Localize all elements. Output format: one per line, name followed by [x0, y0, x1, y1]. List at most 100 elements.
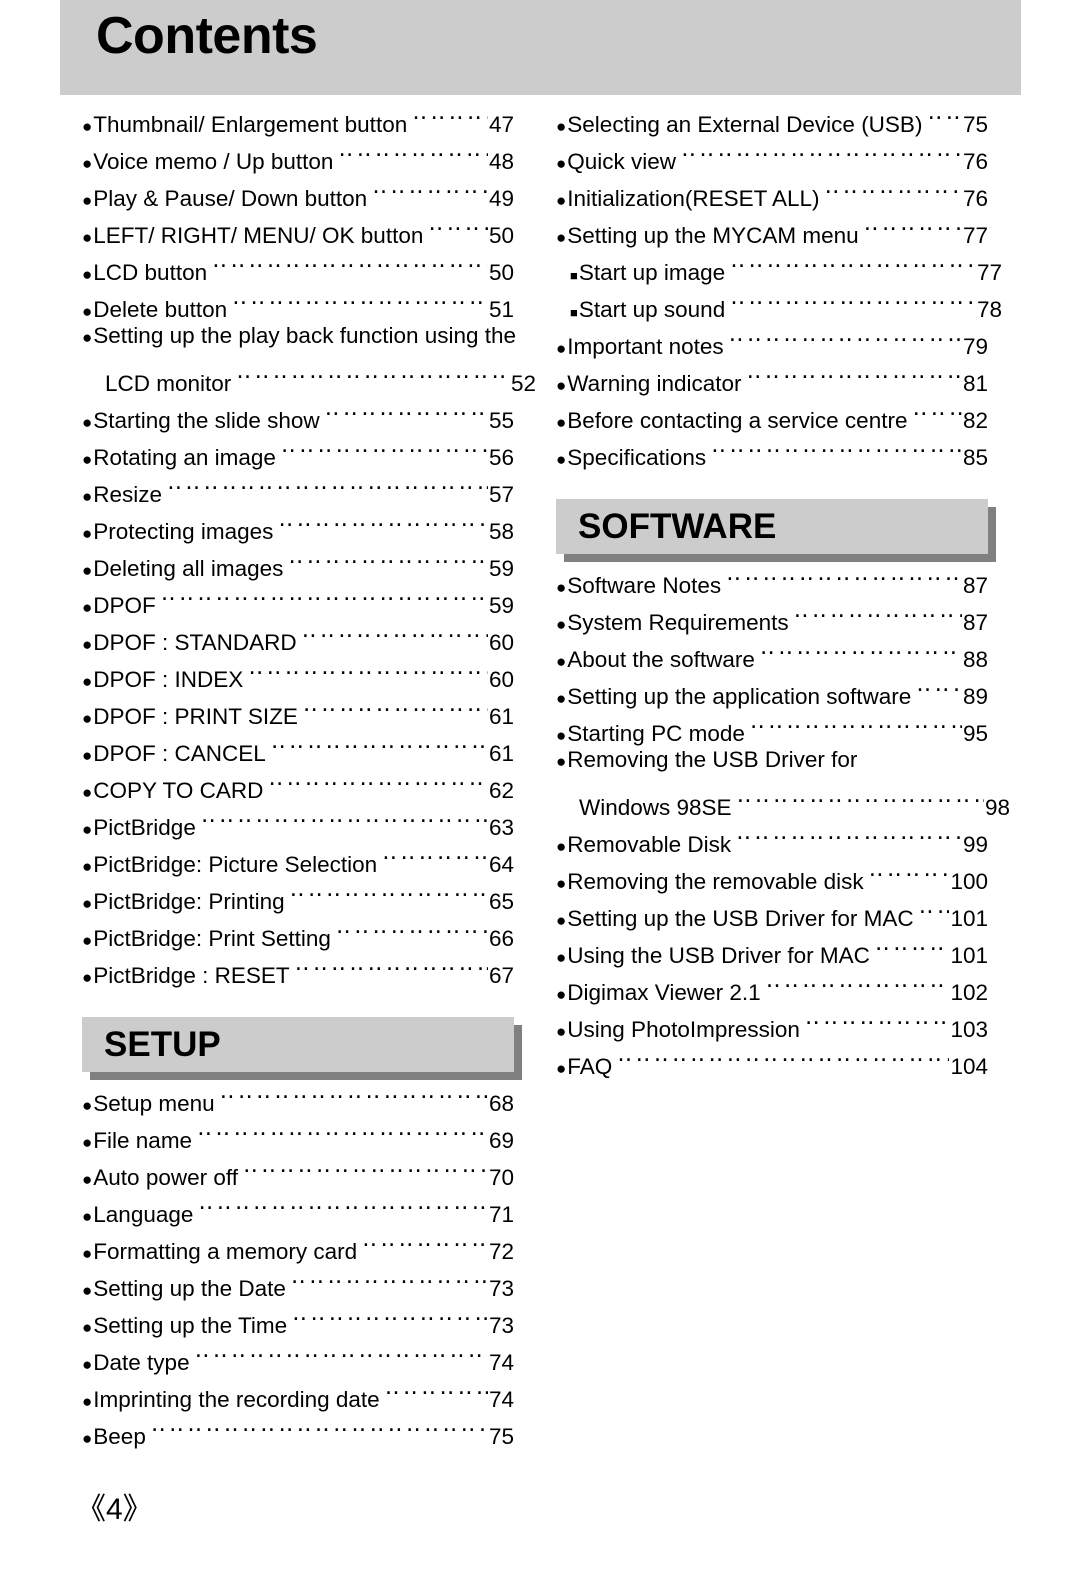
toc-list-setup: ●Setup menu‥‥‥‥‥‥‥‥‥‥‥‥‥‥‥‥‥‥‥‥‥‥‥‥‥‥‥‥‥…	[82, 1074, 514, 1449]
toc-entry[interactable]: ●Auto power off‥‥‥‥‥‥‥‥‥‥‥‥‥‥‥‥‥‥‥‥‥‥‥‥‥…	[82, 1148, 514, 1190]
toc-entry[interactable]: ●About the software‥‥‥‥‥‥‥‥‥‥‥‥‥‥‥‥‥‥‥‥‥…	[556, 630, 988, 672]
toc-entry[interactable]: ●PictBridge : RESET‥‥‥‥‥‥‥‥‥‥‥‥‥‥‥‥‥‥‥‥‥…	[82, 946, 514, 988]
dot-leader: ‥‥‥‥‥‥‥‥‥‥‥‥‥‥‥‥‥‥‥‥‥‥‥‥‥‥‥‥‥‥‥‥‥‥‥‥‥‥‥‥…	[385, 1370, 488, 1407]
dot-leader: ‥‥‥‥‥‥‥‥‥‥‥‥‥‥‥‥‥‥‥‥‥‥‥‥‥‥‥‥‥‥‥‥‥‥‥‥‥‥‥‥…	[151, 1407, 488, 1444]
toc-entry[interactable]: ●Protecting images‥‥‥‥‥‥‥‥‥‥‥‥‥‥‥‥‥‥‥‥‥‥…	[82, 502, 514, 544]
toc-entry[interactable]: ●Date type‥‥‥‥‥‥‥‥‥‥‥‥‥‥‥‥‥‥‥‥‥‥‥‥‥‥‥‥‥‥…	[82, 1333, 514, 1375]
dot-leader: ‥‥‥‥‥‥‥‥‥‥‥‥‥‥‥‥‥‥‥‥‥‥‥‥‥‥‥‥‥‥‥‥‥‥‥‥‥‥‥‥…	[864, 206, 962, 243]
toc-entry[interactable]: ●DPOF : INDEX‥‥‥‥‥‥‥‥‥‥‥‥‥‥‥‥‥‥‥‥‥‥‥‥‥‥‥…	[82, 650, 514, 692]
dot-leader: ‥‥‥‥‥‥‥‥‥‥‥‥‥‥‥‥‥‥‥‥‥‥‥‥‥‥‥‥‥‥‥‥‥‥‥‥‥‥‥‥…	[824, 169, 961, 206]
toc-entry[interactable]: ●Rotating an image‥‥‥‥‥‥‥‥‥‥‥‥‥‥‥‥‥‥‥‥‥‥…	[82, 428, 514, 470]
toc-entry-row: Windows 98SE‥‥‥‥‥‥‥‥‥‥‥‥‥‥‥‥‥‥‥‥‥‥‥‥‥‥‥‥…	[556, 778, 1010, 820]
toc-entry[interactable]: ●DPOF‥‥‥‥‥‥‥‥‥‥‥‥‥‥‥‥‥‥‥‥‥‥‥‥‥‥‥‥‥‥‥‥‥‥‥…	[82, 576, 514, 618]
dot-leader-dots: ‥‥‥‥‥‥‥‥‥‥‥‥‥‥‥‥‥‥‥‥‥‥‥‥‥‥‥‥‥‥‥‥‥‥‥‥‥‥‥‥…	[301, 616, 488, 642]
toc-entry[interactable]: ●PictBridge‥‥‥‥‥‥‥‥‥‥‥‥‥‥‥‥‥‥‥‥‥‥‥‥‥‥‥‥‥…	[82, 798, 514, 840]
dot-leader-dots: ‥‥‥‥‥‥‥‥‥‥‥‥‥‥‥‥‥‥‥‥‥‥‥‥‥‥‥‥‥‥‥‥‥‥‥‥‥‥‥‥…	[200, 801, 488, 827]
toc-entry[interactable]: ●Setting up the Date‥‥‥‥‥‥‥‥‥‥‥‥‥‥‥‥‥‥‥‥…	[82, 1259, 514, 1301]
toc-entry[interactable]: ●LEFT/ RIGHT/ MENU/ OK button‥‥‥‥‥‥‥‥‥‥‥…	[82, 206, 514, 248]
toc-entry[interactable]: ●LCD button‥‥‥‥‥‥‥‥‥‥‥‥‥‥‥‥‥‥‥‥‥‥‥‥‥‥‥‥‥…	[82, 243, 514, 285]
toc-entry[interactable]: ●Using the USB Driver for MAC‥‥‥‥‥‥‥‥‥‥‥…	[556, 926, 988, 968]
toc-entry[interactable]: ●File name‥‥‥‥‥‥‥‥‥‥‥‥‥‥‥‥‥‥‥‥‥‥‥‥‥‥‥‥‥‥…	[82, 1111, 514, 1153]
toc-list-misc: ●Selecting an External Device (USB)‥‥‥‥‥…	[556, 95, 1002, 470]
toc-entry[interactable]: ●Setting up the MYCAM menu‥‥‥‥‥‥‥‥‥‥‥‥‥‥…	[556, 206, 988, 248]
toc-entry[interactable]: ●DPOF : PRINT SIZE‥‥‥‥‥‥‥‥‥‥‥‥‥‥‥‥‥‥‥‥‥‥…	[82, 687, 514, 729]
toc-list-playback: ●Thumbnail/ Enlargement button‥‥‥‥‥‥‥‥‥‥…	[82, 95, 536, 988]
toc-entry[interactable]: ■Start up sound‥‥‥‥‥‥‥‥‥‥‥‥‥‥‥‥‥‥‥‥‥‥‥‥‥…	[556, 280, 1002, 322]
dot-leader: ‥‥‥‥‥‥‥‥‥‥‥‥‥‥‥‥‥‥‥‥‥‥‥‥‥‥‥‥‥‥‥‥‥‥‥‥‥‥‥‥…	[288, 539, 488, 576]
dot-leader-dots: ‥‥‥‥‥‥‥‥‥‥‥‥‥‥‥‥‥‥‥‥‥‥‥‥‥‥‥‥‥‥‥‥‥‥‥‥‥‥‥‥…	[382, 838, 488, 864]
toc-entry-row: ●Protecting images‥‥‥‥‥‥‥‥‥‥‥‥‥‥‥‥‥‥‥‥‥‥…	[82, 502, 514, 544]
toc-entry[interactable]: ●Starting the slide show‥‥‥‥‥‥‥‥‥‥‥‥‥‥‥‥…	[82, 391, 514, 433]
toc-entry-page-number: 75	[488, 1424, 514, 1449]
toc-entry[interactable]: ●Thumbnail/ Enlargement button‥‥‥‥‥‥‥‥‥‥…	[82, 95, 514, 137]
toc-entry[interactable]: ●Deleting all images‥‥‥‥‥‥‥‥‥‥‥‥‥‥‥‥‥‥‥‥…	[82, 539, 514, 581]
toc-entry[interactable]: ●Language‥‥‥‥‥‥‥‥‥‥‥‥‥‥‥‥‥‥‥‥‥‥‥‥‥‥‥‥‥‥‥…	[82, 1185, 514, 1227]
toc-entry[interactable]: ●PictBridge: Picture Selection‥‥‥‥‥‥‥‥‥‥…	[82, 835, 514, 877]
dot-leader: ‥‥‥‥‥‥‥‥‥‥‥‥‥‥‥‥‥‥‥‥‥‥‥‥‥‥‥‥‥‥‥‥‥‥‥‥‥‥‥‥…	[336, 909, 488, 946]
toc-entry-row: ●Formatting a memory card‥‥‥‥‥‥‥‥‥‥‥‥‥‥‥…	[82, 1222, 514, 1264]
toc-entry[interactable]: ●Quick view‥‥‥‥‥‥‥‥‥‥‥‥‥‥‥‥‥‥‥‥‥‥‥‥‥‥‥‥‥…	[556, 132, 988, 174]
dot-leader: ‥‥‥‥‥‥‥‥‥‥‥‥‥‥‥‥‥‥‥‥‥‥‥‥‥‥‥‥‥‥‥‥‥‥‥‥‥‥‥‥…	[212, 243, 488, 280]
toc-entry-row: LCD monitor‥‥‥‥‥‥‥‥‥‥‥‥‥‥‥‥‥‥‥‥‥‥‥‥‥‥‥‥‥…	[82, 354, 536, 396]
dot-leader: ‥‥‥‥‥‥‥‥‥‥‥‥‥‥‥‥‥‥‥‥‥‥‥‥‥‥‥‥‥‥‥‥‥‥‥‥‥‥‥‥…	[291, 1259, 488, 1296]
toc-entry[interactable]: ●Removing the removable disk‥‥‥‥‥‥‥‥‥‥‥‥…	[556, 852, 988, 894]
disc-bullet-icon: ●	[556, 450, 567, 469]
toc-entry[interactable]: Windows 98SE‥‥‥‥‥‥‥‥‥‥‥‥‥‥‥‥‥‥‥‥‥‥‥‥‥‥‥‥…	[556, 778, 1010, 820]
dot-leader-dots: ‥‥‥‥‥‥‥‥‥‥‥‥‥‥‥‥‥‥‥‥‥‥‥‥‥‥‥‥‥‥‥‥‥‥‥‥‥‥‥‥…	[198, 1188, 488, 1214]
toc-entry[interactable]: ●Removing the USB Driver for‥‥‥‥‥‥‥‥‥‥‥‥…	[556, 741, 988, 778]
toc-entry-row: ●Deleting all images‥‥‥‥‥‥‥‥‥‥‥‥‥‥‥‥‥‥‥‥…	[82, 539, 514, 581]
toc-entry[interactable]: ●COPY TO CARD‥‥‥‥‥‥‥‥‥‥‥‥‥‥‥‥‥‥‥‥‥‥‥‥‥‥‥…	[82, 761, 514, 803]
toc-entry-row: ●File name‥‥‥‥‥‥‥‥‥‥‥‥‥‥‥‥‥‥‥‥‥‥‥‥‥‥‥‥‥‥…	[82, 1111, 514, 1153]
toc-entry-row: ●Using the USB Driver for MAC‥‥‥‥‥‥‥‥‥‥‥…	[556, 926, 988, 968]
toc-entry[interactable]: ●Formatting a memory card‥‥‥‥‥‥‥‥‥‥‥‥‥‥‥…	[82, 1222, 514, 1264]
toc-entry[interactable]: ● Setting up the play back function using…	[82, 317, 516, 354]
toc-entry-row: ●Using PhotoImpression‥‥‥‥‥‥‥‥‥‥‥‥‥‥‥‥‥‥…	[556, 1000, 988, 1042]
toc-entry-page-number: 98	[984, 795, 1010, 820]
toc-entry[interactable]: ●Delete button‥‥‥‥‥‥‥‥‥‥‥‥‥‥‥‥‥‥‥‥‥‥‥‥‥‥…	[82, 280, 514, 322]
dot-leader-dots: ‥‥‥‥‥‥‥‥‥‥‥‥‥‥‥‥‥‥‥‥‥‥‥‥‥‥‥‥‥‥‥‥‥‥‥‥‥‥‥‥…	[736, 781, 984, 807]
toc-entry[interactable]: ●Using PhotoImpression‥‥‥‥‥‥‥‥‥‥‥‥‥‥‥‥‥‥…	[556, 1000, 988, 1042]
toc-entry[interactable]: ●Setting up the application software‥‥‥‥…	[556, 667, 988, 709]
toc-entry[interactable]: ●System Requirements‥‥‥‥‥‥‥‥‥‥‥‥‥‥‥‥‥‥‥‥…	[556, 593, 988, 635]
toc-entry-row: ●FAQ‥‥‥‥‥‥‥‥‥‥‥‥‥‥‥‥‥‥‥‥‥‥‥‥‥‥‥‥‥‥‥‥‥‥‥‥…	[556, 1037, 988, 1079]
toc-entry[interactable]: ●Setting up the USB Driver for MAC‥‥‥‥‥‥…	[556, 889, 988, 931]
contents-right-column: ●Selecting an External Device (USB)‥‥‥‥‥…	[556, 95, 1010, 1079]
dot-leader: ‥‥‥‥‥‥‥‥‥‥‥‥‥‥‥‥‥‥‥‥‥‥‥‥‥‥‥‥‥‥‥‥‥‥‥‥‥‥‥‥…	[281, 428, 488, 465]
toc-entry[interactable]: ●FAQ‥‥‥‥‥‥‥‥‥‥‥‥‥‥‥‥‥‥‥‥‥‥‥‥‥‥‥‥‥‥‥‥‥‥‥‥…	[556, 1037, 988, 1079]
toc-entry-row: ●Before contacting a service centre‥‥‥‥‥…	[556, 391, 988, 433]
toc-entry[interactable]: ●Starting PC mode‥‥‥‥‥‥‥‥‥‥‥‥‥‥‥‥‥‥‥‥‥‥‥…	[556, 704, 988, 746]
toc-entry[interactable]: ●Specifications‥‥‥‥‥‥‥‥‥‥‥‥‥‥‥‥‥‥‥‥‥‥‥‥‥…	[556, 428, 988, 470]
toc-entry[interactable]: ●Before contacting a service centre‥‥‥‥‥…	[556, 391, 988, 433]
toc-entry[interactable]: ●DPOF : STANDARD‥‥‥‥‥‥‥‥‥‥‥‥‥‥‥‥‥‥‥‥‥‥‥‥…	[82, 613, 514, 655]
toc-entry[interactable]: ●PictBridge: Printing‥‥‥‥‥‥‥‥‥‥‥‥‥‥‥‥‥‥‥…	[82, 872, 514, 914]
section-band-setup: SETUP	[82, 1017, 522, 1080]
toc-entry[interactable]: ●Software Notes‥‥‥‥‥‥‥‥‥‥‥‥‥‥‥‥‥‥‥‥‥‥‥‥‥…	[556, 556, 988, 598]
toc-entry[interactable]: ●Play & Pause/ Down button‥‥‥‥‥‥‥‥‥‥‥‥‥‥…	[82, 169, 514, 211]
dot-leader-dots: ‥‥‥‥‥‥‥‥‥‥‥‥‥‥‥‥‥‥‥‥‥‥‥‥‥‥‥‥‥‥‥‥‥‥‥‥‥‥‥‥…	[874, 929, 950, 955]
toc-entry-row: ●Date type‥‥‥‥‥‥‥‥‥‥‥‥‥‥‥‥‥‥‥‥‥‥‥‥‥‥‥‥‥‥…	[82, 1333, 514, 1375]
dot-leader-dots: ‥‥‥‥‥‥‥‥‥‥‥‥‥‥‥‥‥‥‥‥‥‥‥‥‥‥‥‥‥‥‥‥‥‥‥‥‥‥‥‥…	[338, 135, 488, 161]
dot-leader-dots: ‥‥‥‥‥‥‥‥‥‥‥‥‥‥‥‥‥‥‥‥‥‥‥‥‥‥‥‥‥‥‥‥‥‥‥‥‥‥‥‥…	[412, 98, 488, 124]
toc-entry[interactable]: ●Resize‥‥‥‥‥‥‥‥‥‥‥‥‥‥‥‥‥‥‥‥‥‥‥‥‥‥‥‥‥‥‥‥‥…	[82, 465, 514, 507]
toc-entry[interactable]: ●Important notes‥‥‥‥‥‥‥‥‥‥‥‥‥‥‥‥‥‥‥‥‥‥‥‥…	[556, 317, 988, 359]
toc-entry-row: ■Start up image‥‥‥‥‥‥‥‥‥‥‥‥‥‥‥‥‥‥‥‥‥‥‥‥‥…	[556, 243, 1002, 285]
dot-leader-dots: ‥‥‥‥‥‥‥‥‥‥‥‥‥‥‥‥‥‥‥‥‥‥‥‥‥‥‥‥‥‥‥‥‥‥‥‥‥‥‥‥…	[927, 98, 962, 124]
toc-entry[interactable]: ●DPOF : CANCEL‥‥‥‥‥‥‥‥‥‥‥‥‥‥‥‥‥‥‥‥‥‥‥‥‥‥…	[82, 724, 514, 766]
toc-entry[interactable]: LCD monitor‥‥‥‥‥‥‥‥‥‥‥‥‥‥‥‥‥‥‥‥‥‥‥‥‥‥‥‥‥…	[82, 354, 536, 396]
dot-leader: ‥‥‥‥‥‥‥‥‥‥‥‥‥‥‥‥‥‥‥‥‥‥‥‥‥‥‥‥‥‥‥‥‥‥‥‥‥‥‥‥…	[736, 815, 962, 852]
toc-entry[interactable]: ●Warning indicator‥‥‥‥‥‥‥‥‥‥‥‥‥‥‥‥‥‥‥‥‥‥…	[556, 354, 988, 396]
toc-entry[interactable]: ●PictBridge: Print Setting‥‥‥‥‥‥‥‥‥‥‥‥‥‥…	[82, 909, 514, 951]
dot-leader-dots: ‥‥‥‥‥‥‥‥‥‥‥‥‥‥‥‥‥‥‥‥‥‥‥‥‥‥‥‥‥‥‥‥‥‥‥‥‥‥‥‥…	[290, 1262, 488, 1288]
toc-entry[interactable]: ●Setting up the Time‥‥‥‥‥‥‥‥‥‥‥‥‥‥‥‥‥‥‥‥…	[82, 1296, 514, 1338]
toc-entry[interactable]: ●Selecting an External Device (USB)‥‥‥‥‥…	[556, 95, 988, 137]
toc-entry[interactable]: ●Removable Disk‥‥‥‥‥‥‥‥‥‥‥‥‥‥‥‥‥‥‥‥‥‥‥‥‥…	[556, 815, 988, 857]
toc-entry[interactable]: ●Voice memo / Up button‥‥‥‥‥‥‥‥‥‥‥‥‥‥‥‥‥…	[82, 132, 514, 174]
toc-entry[interactable]: ■Start up image‥‥‥‥‥‥‥‥‥‥‥‥‥‥‥‥‥‥‥‥‥‥‥‥‥…	[556, 243, 1002, 285]
toc-entry[interactable]: ●Initialization(RESET ALL)‥‥‥‥‥‥‥‥‥‥‥‥‥‥…	[556, 169, 988, 211]
toc-entry[interactable]: ●Imprinting the recording date‥‥‥‥‥‥‥‥‥‥…	[82, 1370, 514, 1412]
disc-bullet-icon: ●	[82, 1429, 93, 1448]
toc-entry[interactable]: ●Setup menu‥‥‥‥‥‥‥‥‥‥‥‥‥‥‥‥‥‥‥‥‥‥‥‥‥‥‥‥‥…	[82, 1074, 514, 1116]
toc-entry[interactable]: ●Beep‥‥‥‥‥‥‥‥‥‥‥‥‥‥‥‥‥‥‥‥‥‥‥‥‥‥‥‥‥‥‥‥‥‥‥…	[82, 1407, 514, 1449]
dot-leader: ‥‥‥‥‥‥‥‥‥‥‥‥‥‥‥‥‥‥‥‥‥‥‥‥‥‥‥‥‥‥‥‥‥‥‥‥‥‥‥‥…	[302, 613, 488, 650]
toc-entry[interactable]: ●Digimax Viewer 2.1‥‥‥‥‥‥‥‥‥‥‥‥‥‥‥‥‥‥‥‥‥…	[556, 963, 988, 1005]
